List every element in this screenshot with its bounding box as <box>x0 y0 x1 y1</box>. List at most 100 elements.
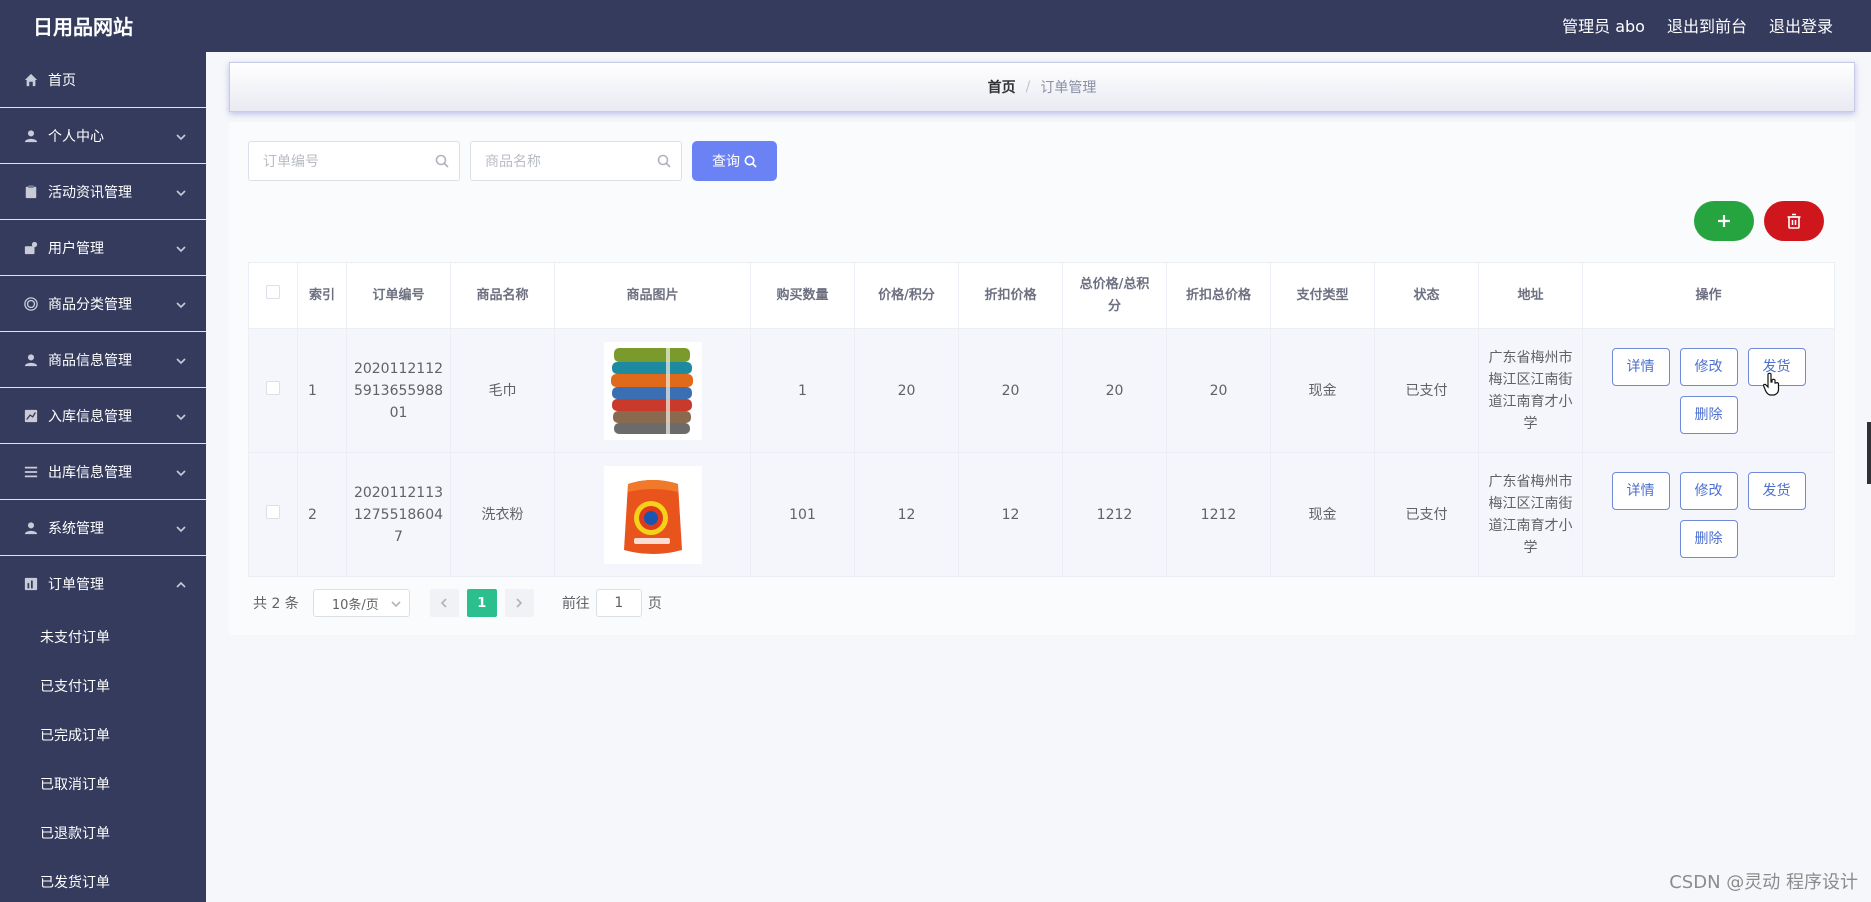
row-checkbox[interactable] <box>266 504 280 519</box>
goto-prefix: 前往 <box>561 596 590 612</box>
orders-table: 索引 订单编号 商品名称 商品图片 购买数量 价格/积分 折扣价格 总价格/总积… <box>248 262 1835 577</box>
chevron-down-icon <box>176 410 186 421</box>
product-image-cell <box>554 328 751 453</box>
sidebar-item-personal-center[interactable]: 个人中心 <box>0 108 206 164</box>
sidebar-item-home[interactable]: 首页 <box>0 52 206 108</box>
address-line: 学 <box>1523 415 1538 432</box>
column-header: 操作 <box>1582 262 1835 329</box>
prev-page-button[interactable] <box>429 589 459 617</box>
column-header: 价格/积分 <box>854 262 959 329</box>
breadcrumb-home[interactable]: 首页 <box>988 77 1016 97</box>
pagination: 共 2 条 10条/页 1 前往 1 页 <box>253 589 662 617</box>
order-no-cell: 2020112113 1275518604 7 <box>346 452 451 577</box>
sidebar-item-stock-out[interactable]: 出库信息管理 <box>0 444 206 500</box>
chevron-down-icon <box>176 298 186 309</box>
category-icon <box>24 296 38 311</box>
edit-button[interactable]: 修改 <box>1679 347 1738 386</box>
sidebar: 首页 个人中心 活动资讯管理 用户管理 商品分类管理 商品信息管理 入库信息管理… <box>0 52 206 902</box>
goto-suffix: 页 <box>647 596 662 612</box>
sidebar-subitem-unpaid[interactable]: 未支付订单 <box>0 612 206 661</box>
chevron-up-icon <box>176 578 186 588</box>
address-line: 广东省梅州市 <box>1488 473 1573 490</box>
admin-label[interactable]: 管理员 abo <box>1562 13 1645 37</box>
goto-page-input[interactable]: 1 <box>595 589 642 617</box>
clipboard-icon <box>24 184 38 199</box>
table-row: 2 2020112113 1275518604 7 洗衣粉 101 12 12 … <box>248 452 1835 577</box>
sidebar-item-news[interactable]: 活动资讯管理 <box>0 164 206 220</box>
row-checkbox[interactable] <box>266 380 280 395</box>
header-actions: 管理员 abo 退出到前台 退出登录 <box>1562 13 1833 37</box>
user-icon <box>24 353 38 367</box>
column-header: 总价格/总积分 <box>1062 262 1167 329</box>
address-line: 道江南育才小 <box>1488 393 1573 410</box>
product-name-cell: 毛巾 <box>450 328 555 453</box>
actions-cell: 详情 修改 发货 删除 <box>1582 452 1835 577</box>
order-no-line: 2020112113 <box>353 484 444 501</box>
column-header: 支付类型 <box>1270 262 1375 329</box>
search-icon <box>657 154 671 168</box>
sidebar-item-label: 系统管理 <box>48 520 104 537</box>
price-cell: 20 <box>854 328 959 453</box>
page-number-current[interactable]: 1 <box>466 589 497 617</box>
total-price-cell: 20 <box>1062 328 1167 453</box>
ship-button[interactable]: 发货 <box>1747 471 1806 510</box>
sidebar-item-categories[interactable]: 商品分类管理 <box>0 276 206 332</box>
sidebar-subitem-paid[interactable]: 已支付订单 <box>0 661 206 710</box>
sidebar-item-system[interactable]: 系统管理 <box>0 500 206 556</box>
column-header: 折扣价格 <box>958 262 1063 329</box>
sidebar-subitem-shipped[interactable]: 已发货订单 <box>0 857 206 902</box>
sidebar-subitem-refunded[interactable]: 已退款订单 <box>0 808 206 857</box>
query-button[interactable]: 查询 <box>692 141 777 181</box>
add-button[interactable] <box>1694 201 1754 241</box>
sidebar-item-stock-in[interactable]: 入库信息管理 <box>0 388 206 444</box>
pay-type-cell: 现金 <box>1270 452 1375 577</box>
sidebar-subitem-completed[interactable]: 已完成订单 <box>0 710 206 759</box>
user-icon <box>24 129 38 143</box>
quantity-cell: 101 <box>750 452 855 577</box>
search-icon <box>744 155 757 168</box>
sidebar-item-products[interactable]: 商品信息管理 <box>0 332 206 388</box>
address-line: 梅江区江南街 <box>1488 495 1573 512</box>
user-group-icon <box>24 241 38 255</box>
address-line: 道江南育才小 <box>1488 517 1573 534</box>
query-button-label: 查询 <box>712 154 740 170</box>
next-page-button[interactable] <box>504 589 534 617</box>
column-header: 状态 <box>1374 262 1479 329</box>
sidebar-item-label: 活动资讯管理 <box>48 184 132 201</box>
column-header: 地址 <box>1478 262 1583 329</box>
bar-chart-icon <box>24 577 38 591</box>
status-cell: 已支付 <box>1374 452 1479 577</box>
logout-link[interactable]: 退出登录 <box>1769 13 1833 37</box>
address-line: 广东省梅州市 <box>1488 349 1573 366</box>
sidebar-subitem-cancelled[interactable]: 已取消订单 <box>0 759 206 808</box>
edit-button[interactable]: 修改 <box>1679 471 1738 510</box>
discount-total-cell: 1212 <box>1166 452 1271 577</box>
order-no-cell: 2020112112 5913655988 01 <box>346 328 451 453</box>
discount-price-cell: 20 <box>958 328 1063 453</box>
sidebar-item-orders[interactable]: 订单管理 <box>0 556 206 612</box>
table-row: 1 2020112112 5913655988 01 毛巾 1 20 20 20… <box>248 328 1835 453</box>
detail-button[interactable]: 详情 <box>1611 347 1670 386</box>
row-index: 2 <box>297 452 347 577</box>
user-icon <box>24 521 38 535</box>
home-icon <box>24 73 38 87</box>
site-brand[interactable]: 日用品网站 <box>33 11 133 40</box>
quantity-cell: 1 <box>750 328 855 453</box>
breadcrumb-separator: / <box>1025 79 1031 95</box>
column-header: 折扣总价格 <box>1166 262 1271 329</box>
page-size-value: 10条/页 <box>331 597 379 613</box>
batch-delete-button[interactable] <box>1764 201 1824 241</box>
product-name-search-input[interactable]: 商品名称 <box>470 141 682 181</box>
select-all-checkbox[interactable] <box>266 284 280 299</box>
order-no-search-input[interactable]: 订单编号 <box>248 141 460 181</box>
column-header: 索引 <box>297 262 347 329</box>
delete-button[interactable]: 删除 <box>1679 395 1738 434</box>
scrollbar-thumb[interactable] <box>1867 422 1871 484</box>
page-size-select[interactable]: 10条/页 <box>312 589 410 617</box>
to-frontend-link[interactable]: 退出到前台 <box>1667 13 1747 37</box>
detail-button[interactable]: 详情 <box>1611 471 1670 510</box>
product-name-cell: 洗衣粉 <box>450 452 555 577</box>
chevron-down-icon <box>176 186 186 197</box>
delete-button[interactable]: 删除 <box>1679 519 1738 558</box>
sidebar-item-users[interactable]: 用户管理 <box>0 220 206 276</box>
